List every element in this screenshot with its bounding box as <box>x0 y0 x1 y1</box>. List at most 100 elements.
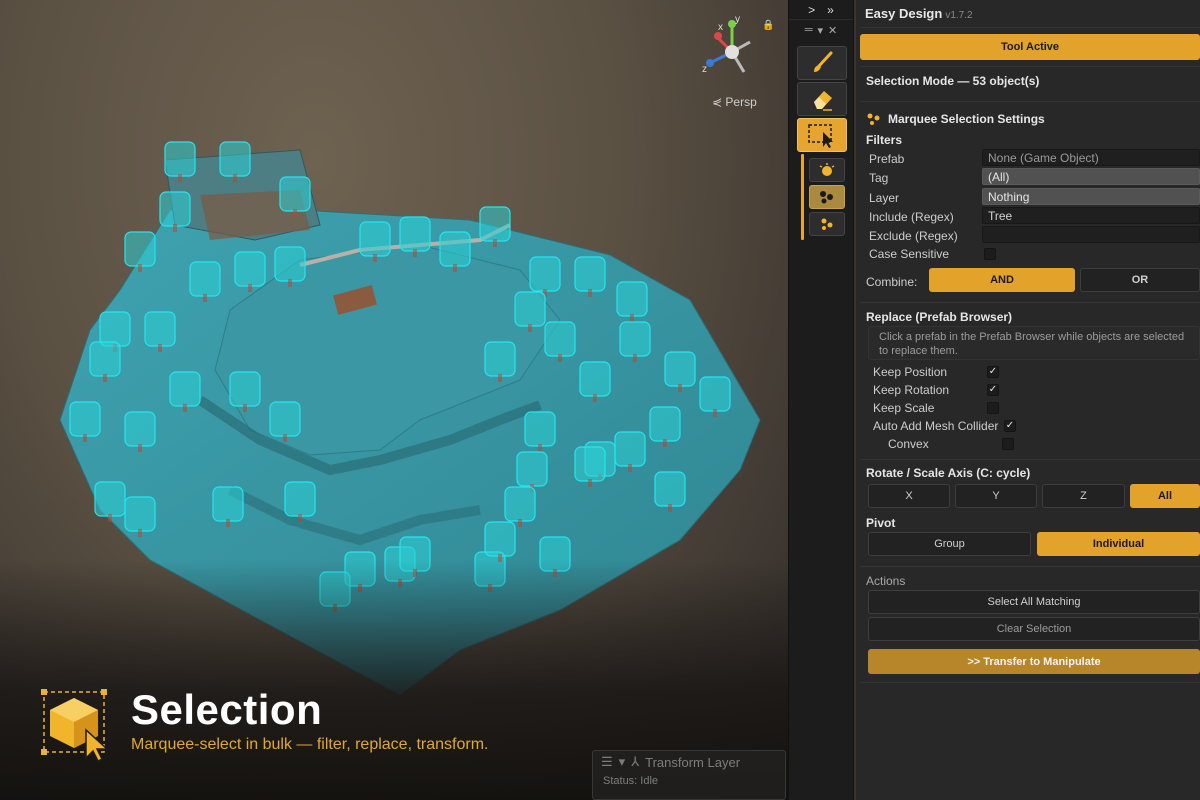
tree-selection-box[interactable] <box>484 341 516 377</box>
tree-selection-box[interactable] <box>69 401 101 437</box>
tool-active-button[interactable]: Tool Active <box>860 34 1200 60</box>
orientation-gizmo[interactable]: y x z <box>700 14 764 84</box>
filters-heading: Filters <box>866 133 903 147</box>
tree-selection-box[interactable] <box>516 451 548 487</box>
tree-trunk <box>498 374 502 382</box>
tree-selection-box[interactable] <box>124 231 156 267</box>
combine-or-button[interactable]: OR <box>1080 268 1200 292</box>
axis-x-button[interactable]: X <box>868 484 950 508</box>
tree-selection-box[interactable] <box>574 446 606 482</box>
keep-position-checkbox[interactable]: ✓ <box>987 366 999 378</box>
tree-selection-box[interactable] <box>99 311 131 347</box>
tree-trunk <box>283 434 287 442</box>
marquee-select-subtool[interactable] <box>809 185 845 209</box>
tree-selection-box[interactable] <box>514 291 546 327</box>
axis-all-button[interactable]: All <box>1130 484 1200 508</box>
double-chevron-icon[interactable]: » <box>827 3 834 17</box>
tree-selection-box[interactable] <box>524 411 556 447</box>
convex-checkbox[interactable] <box>1002 438 1014 450</box>
axis-y-button[interactable]: Y <box>955 484 1037 508</box>
tree-selection-box[interactable] <box>144 311 176 347</box>
selection-tool-button[interactable] <box>797 118 847 152</box>
tree-trunk <box>633 354 637 362</box>
menu-lines-icon[interactable]: ☰ <box>601 754 613 770</box>
tree-selection-box[interactable] <box>124 496 156 532</box>
divider <box>860 682 1200 683</box>
tag-dropdown[interactable]: (All) <box>982 168 1200 185</box>
select-all-matching-button[interactable]: Select All Matching <box>868 590 1200 614</box>
tree-selection-box[interactable] <box>574 256 606 292</box>
keep-rotation-checkbox[interactable]: ✓ <box>987 384 999 396</box>
perspective-label[interactable]: ⋞ Persp <box>712 95 757 109</box>
case-sensitive-checkbox[interactable] <box>984 248 996 260</box>
exclude-regex-input[interactable] <box>982 226 1200 243</box>
tree-selection-box[interactable] <box>359 221 391 257</box>
tree-selection-box[interactable] <box>212 486 244 522</box>
keep-scale-checkbox[interactable] <box>987 402 999 414</box>
tree-selection-box[interactable] <box>234 251 266 287</box>
pivot-group-button[interactable]: Group <box>868 532 1031 556</box>
axis-z-button[interactable]: Z <box>1042 484 1125 508</box>
tree-selection-box[interactable] <box>279 176 311 212</box>
tree-selection-box[interactable] <box>189 261 221 297</box>
tree-trunk <box>248 284 252 292</box>
tree-selection-box[interactable] <box>504 486 536 522</box>
combine-and-button[interactable]: AND <box>929 268 1075 292</box>
divider <box>860 66 1200 67</box>
tree-selection-box[interactable] <box>269 401 301 437</box>
tree-trunk <box>493 239 497 247</box>
tree-selection-box[interactable] <box>616 281 648 317</box>
clear-selection-button[interactable]: Clear Selection <box>868 617 1200 641</box>
eraser-tool-button[interactable] <box>797 82 847 116</box>
tree-selection-box[interactable] <box>649 406 681 442</box>
tree-selection-box[interactable] <box>219 141 251 177</box>
tree-selection-box[interactable] <box>229 371 261 407</box>
keep-scale-label: Keep Scale <box>873 401 935 415</box>
tree-selection-box[interactable] <box>169 371 201 407</box>
tree-selection-box[interactable] <box>439 231 471 267</box>
tree-selection-box[interactable] <box>274 246 306 282</box>
include-regex-input[interactable]: Tree <box>982 207 1200 224</box>
tools-wrench-icon[interactable]: ✕ <box>828 24 837 37</box>
feature-title: Selection <box>131 686 323 733</box>
lock-icon[interactable]: 🔒 <box>762 20 774 31</box>
layer-dropdown[interactable]: Nothing <box>982 188 1200 205</box>
tree-selection-box[interactable] <box>664 351 696 387</box>
collapse-chevron-icon[interactable]: > <box>808 3 815 17</box>
tree-selection-box[interactable] <box>89 341 121 377</box>
tree-selection-box[interactable] <box>484 521 516 557</box>
tree-selection-box[interactable] <box>579 361 611 397</box>
tree-selection-box[interactable] <box>619 321 651 357</box>
single-select-subtool[interactable] <box>809 158 845 182</box>
tree-selection-box[interactable] <box>479 206 511 242</box>
transform-layer-window[interactable]: ☰ ▾ ⅄ Transform Layer Status: Idle <box>592 750 786 800</box>
tree-selection-box[interactable] <box>124 411 156 447</box>
scatter-select-subtool[interactable] <box>809 212 845 236</box>
tree-selection-box[interactable] <box>654 471 686 507</box>
tree-trunk <box>628 464 632 472</box>
tree-selection-box[interactable] <box>544 321 576 357</box>
brush-tool-button[interactable] <box>797 46 847 80</box>
divider <box>860 566 1200 567</box>
tree-trunk <box>203 294 207 302</box>
tree-trunk <box>293 209 297 217</box>
prefab-object-field[interactable]: None (Game Object) <box>982 149 1200 166</box>
triangle-down-icon[interactable]: ▾ <box>818 24 824 37</box>
tree-selection-box[interactable] <box>164 141 196 177</box>
tree-selection-box[interactable] <box>284 481 316 517</box>
tree-selection-box[interactable] <box>699 376 731 412</box>
triangle-down-icon[interactable]: ▾ <box>619 754 626 770</box>
tree-selection-box[interactable] <box>159 191 191 227</box>
drag-handle-icon[interactable]: ═ <box>805 24 813 36</box>
panel-title-text: Easy Design <box>865 6 943 21</box>
tree-selection-box[interactable] <box>94 481 126 517</box>
tree-selection-box[interactable] <box>399 216 431 252</box>
auto-mesh-collider-checkbox[interactable]: ✓ <box>1004 420 1016 432</box>
transfer-to-manipulate-button[interactable]: >> Transfer to Manipulate <box>868 649 1200 674</box>
scene-viewport[interactable]: y x z 🔒 ⋞ Persp Selection Marquee-select… <box>0 0 788 800</box>
transform-axes-icon: ⅄ <box>631 754 640 769</box>
actions-heading: Actions <box>866 574 906 588</box>
tree-selection-box[interactable] <box>529 256 561 292</box>
tree-selection-box[interactable] <box>614 431 646 467</box>
pivot-individual-button[interactable]: Individual <box>1037 532 1200 556</box>
